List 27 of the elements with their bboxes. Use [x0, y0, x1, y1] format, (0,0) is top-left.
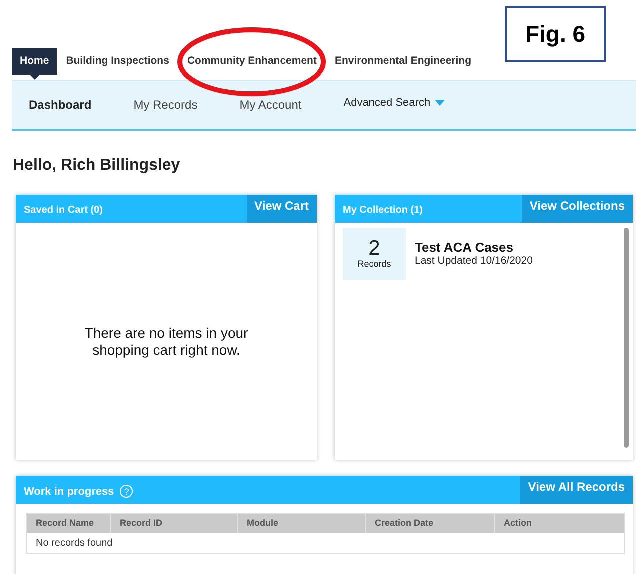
module-tab[interactable]: Environmental Engineering: [326, 48, 481, 75]
column-header[interactable]: Record ID: [111, 514, 238, 533]
empty-cart-message: There are no items in your shopping cart right now.: [84, 324, 250, 358]
column-header[interactable]: Record Name: [27, 514, 111, 533]
card-title: Work in progress: [24, 486, 114, 498]
collection-name[interactable]: Test ACA Cases: [415, 240, 533, 255]
card-title: Saved in Cart (0): [23, 204, 103, 216]
column-header[interactable]: Action: [495, 514, 624, 533]
record-count-tile[interactable]: 2 Records: [343, 228, 406, 280]
column-header[interactable]: Creation Date: [366, 514, 495, 533]
nav-link[interactable]: Dashboard: [29, 98, 92, 112]
caret-icon[interactable]: [434, 100, 445, 106]
module-tab[interactable]: Building Inspections: [57, 48, 178, 75]
nav-link[interactable]: My Account: [240, 98, 302, 112]
greeting: Hello, Rich Billingsley: [13, 156, 182, 176]
column-header[interactable]: Module: [238, 514, 366, 533]
figure-label: Fig. 6: [505, 6, 606, 62]
nav-link[interactable]: My Records: [134, 98, 198, 112]
record-count: 2: [368, 239, 380, 259]
module-tab[interactable]: Home: [12, 48, 58, 75]
tab-pointer-icon: [30, 75, 40, 80]
last-updated: Last Updated 10/16/2020: [415, 255, 533, 267]
nav-link[interactable]: Advanced Search: [344, 96, 445, 108]
empty-table-message: No records found: [36, 538, 113, 548]
scrollbar[interactable]: [624, 228, 629, 448]
card-title: My Collection (1): [342, 204, 424, 216]
record-count-label: Records: [358, 259, 392, 269]
